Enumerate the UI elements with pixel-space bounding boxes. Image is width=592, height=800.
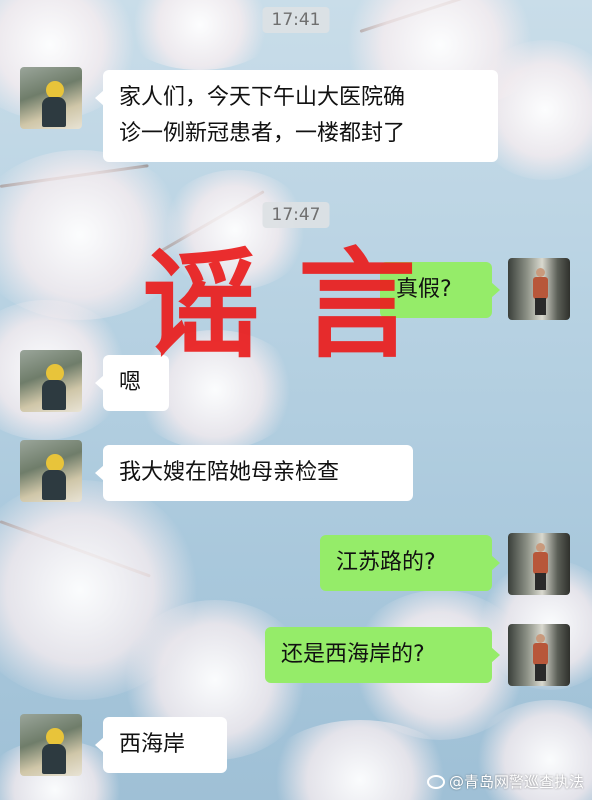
contact-avatar[interactable] bbox=[20, 350, 82, 412]
weibo-icon bbox=[426, 775, 445, 789]
message-bubble[interactable]: 西海岸 bbox=[95, 717, 227, 773]
contact-avatar[interactable] bbox=[20, 67, 82, 129]
user-avatar[interactable] bbox=[508, 258, 570, 320]
timestamp: 17:41 bbox=[262, 7, 330, 33]
watermark-text: @青岛网警巡查执法 bbox=[448, 773, 584, 791]
contact-avatar[interactable] bbox=[20, 440, 82, 502]
message-bubble[interactable]: 家人们，今天下午山大医院确 诊一例新冠患者，一楼都封了 bbox=[95, 70, 498, 162]
message-bubble[interactable]: 我大嫂在陪她母亲检查 bbox=[95, 445, 413, 501]
rumor-stamp: 谣言 bbox=[142, 236, 455, 374]
weibo-watermark: @青岛网警巡查执法 bbox=[426, 771, 584, 792]
timestamp: 17:47 bbox=[262, 202, 330, 228]
message-bubble[interactable]: 还是西海岸的? bbox=[265, 627, 500, 683]
user-avatar[interactable] bbox=[508, 533, 570, 595]
contact-avatar[interactable] bbox=[20, 714, 82, 776]
message-bubble[interactable]: 江苏路的? bbox=[320, 535, 500, 591]
user-avatar[interactable] bbox=[508, 624, 570, 686]
